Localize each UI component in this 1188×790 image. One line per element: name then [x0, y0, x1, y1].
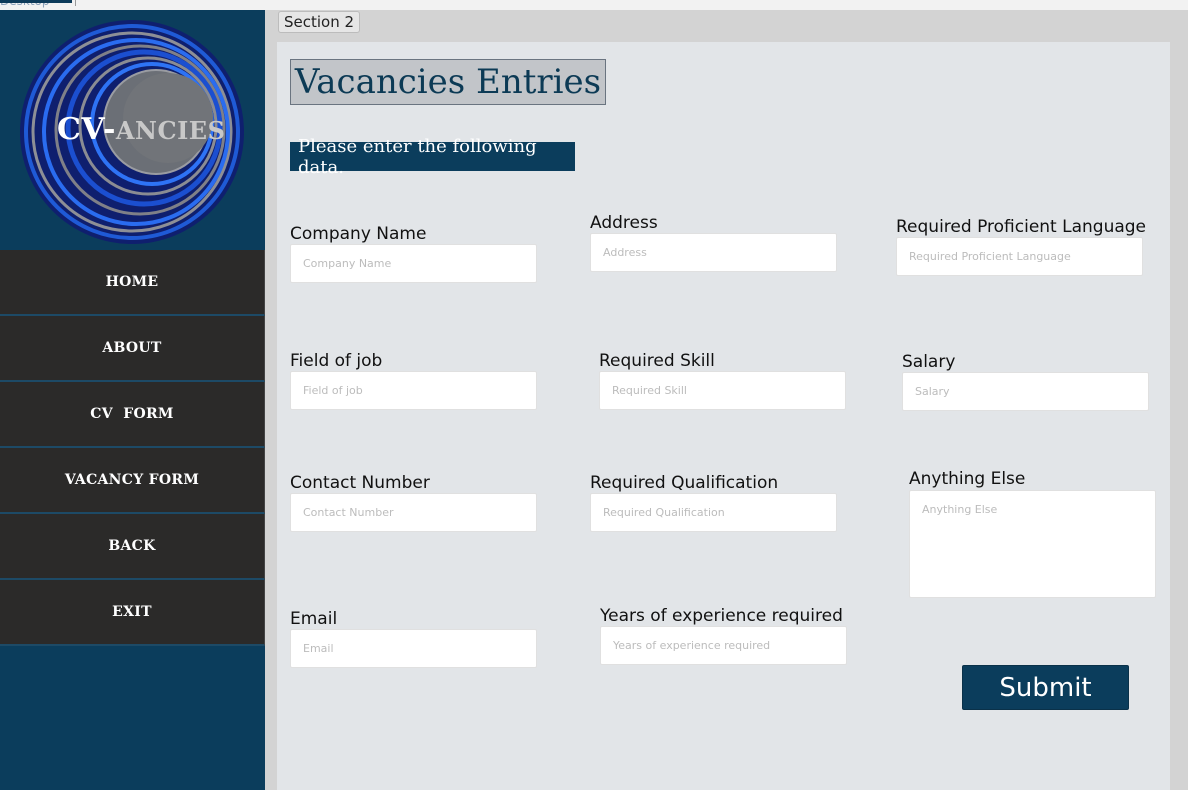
company-name-input[interactable]	[290, 244, 537, 283]
required-qualification-label: Required Qualification	[590, 473, 779, 493]
language-label: Required Proficient Language	[896, 217, 1147, 237]
field-of-job-label: Field of job	[290, 351, 383, 371]
field-of-job-input[interactable]	[290, 371, 537, 410]
nav-home[interactable]: HOME	[0, 250, 265, 316]
nav-back[interactable]: BACK	[0, 514, 265, 580]
contact-number-label: Contact Number	[290, 473, 430, 493]
anything-else-textarea[interactable]	[909, 490, 1156, 598]
nav-vacancy-form[interactable]: VACANCY FORM	[0, 448, 265, 514]
required-skill-input[interactable]	[599, 371, 846, 410]
section-tab[interactable]: Section 2	[278, 11, 361, 33]
experience-input[interactable]	[600, 626, 847, 665]
anything-else-label: Anything Else	[909, 469, 1026, 489]
address-input[interactable]	[590, 233, 837, 272]
address-label: Address	[590, 213, 658, 233]
form-notice: Please enter the following data.	[290, 136, 575, 178]
window-title-separator	[75, 0, 76, 6]
form-panel: Vacancies Entries Please enter the follo…	[277, 42, 1170, 790]
logo-area: CV-ANCIES	[0, 10, 265, 250]
submit-button[interactable]: Submit	[962, 665, 1129, 710]
experience-label: Years of experience required	[600, 606, 843, 626]
language-input[interactable]	[896, 237, 1143, 276]
window-title-underline	[0, 0, 72, 3]
brand-logo-main: CV-	[57, 112, 116, 147]
brand-logo-rest: ANCIES	[115, 116, 226, 145]
sidebar-nav: HOME ABOUT CV FORM VACANCY FORM BACK EXI…	[0, 250, 265, 646]
nav-about[interactable]: ABOUT	[0, 316, 265, 382]
email-input[interactable]	[290, 629, 537, 668]
required-qualification-input[interactable]	[590, 493, 837, 532]
contact-number-input[interactable]	[290, 493, 537, 532]
salary-input[interactable]	[902, 372, 1149, 411]
sidebar: CV-ANCIES HOME ABOUT CV FORM VACANCY FOR…	[0, 10, 265, 790]
email-label: Email	[290, 609, 338, 629]
company-name-label: Company Name	[290, 224, 427, 244]
nav-cv-form[interactable]: CV FORM	[0, 382, 265, 448]
nav-exit[interactable]: EXIT	[0, 580, 265, 646]
required-skill-label: Required Skill	[599, 351, 715, 371]
brand-logo-text: CV-ANCIES	[57, 112, 225, 147]
page-title: Vacancies Entries	[290, 59, 606, 105]
salary-label: Salary	[902, 352, 956, 372]
window-top-strip: Desktop	[0, 0, 1188, 10]
